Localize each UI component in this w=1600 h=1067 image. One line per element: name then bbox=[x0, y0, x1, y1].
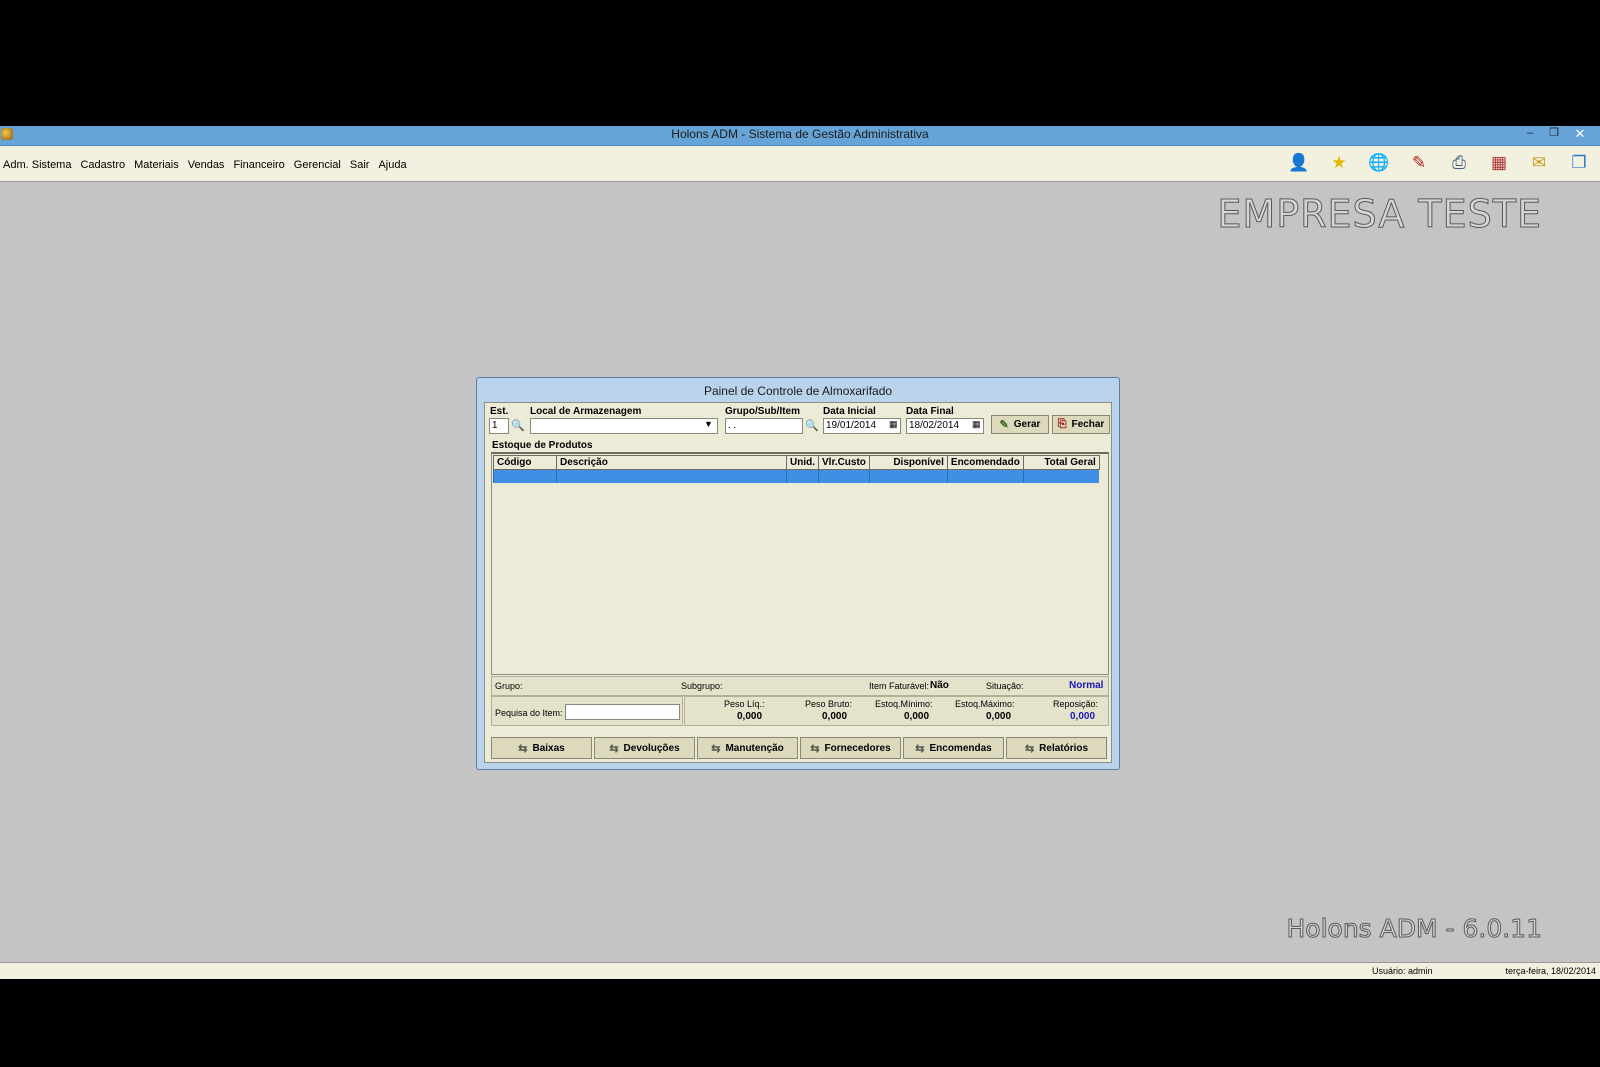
menu-vendas[interactable]: Vendas bbox=[188, 159, 225, 171]
item-faturavel-value: Não bbox=[930, 680, 949, 691]
chevron-down-icon[interactable]: ▼ bbox=[704, 419, 713, 429]
peso-liq-value: 0,000 bbox=[737, 711, 763, 722]
dialog-body: Est. 1 🔍 Local de Armazenagem ▼ Grupo/Su… bbox=[484, 402, 1112, 763]
almoxarifado-dialog: Painel de Controle de Almoxarifado Est. … bbox=[476, 377, 1120, 770]
baixas-button[interactable]: ⇆ Baixas bbox=[491, 737, 592, 759]
pesquisa-input[interactable] bbox=[565, 704, 680, 720]
relatorios-icon: ⇆ bbox=[1024, 742, 1035, 755]
products-grid[interactable]: Código Descrição Unid. Vlr.Custo Disponí… bbox=[491, 452, 1109, 675]
local-armazenagem-select[interactable] bbox=[530, 418, 718, 434]
encomendas-icon: ⇆ bbox=[915, 742, 925, 755]
reposicao-value: 0,000 bbox=[1070, 711, 1096, 722]
encomendas-button[interactable]: ⇆ Encomendas bbox=[903, 737, 1004, 759]
table-row[interactable] bbox=[493, 469, 1100, 483]
xml-note-icon[interactable]: ✉ bbox=[1526, 151, 1552, 175]
menu-financeiro[interactable]: Financeiro bbox=[233, 159, 284, 171]
item-info-panel: Grupo: Subgrupo: Item Faturável: Não Sit… bbox=[491, 676, 1109, 696]
grupo-label: Grupo/Sub/Item bbox=[725, 406, 800, 417]
checklist-icon[interactable]: ✎ bbox=[1406, 151, 1432, 175]
fechar-icon: ⎘ bbox=[1057, 418, 1067, 430]
pesquisa-label: Pequisa do Item: bbox=[495, 708, 563, 718]
peso-bruto-value: 0,000 bbox=[822, 711, 848, 722]
restore-button[interactable]: ❐ bbox=[1542, 126, 1566, 143]
situacao-label: Situação: bbox=[986, 681, 1024, 691]
col-unid[interactable]: Unid. bbox=[786, 455, 819, 470]
reposicao-label: Reposição: bbox=[1053, 699, 1099, 709]
data-inicial-label: Data Inicial bbox=[823, 406, 876, 417]
col-encomendado[interactable]: Encomendado bbox=[946, 455, 1024, 470]
close-button[interactable]: ✕ bbox=[1564, 126, 1596, 143]
window-title: Holons ADM - Sistema de Gestão Administr… bbox=[671, 127, 929, 141]
minimize-button[interactable]: – bbox=[1518, 126, 1542, 143]
fornecedores-icon: ⇆ bbox=[810, 742, 820, 755]
local-label: Local de Armazenagem bbox=[530, 406, 642, 417]
item-faturavel-label: Item Faturável: bbox=[869, 681, 930, 691]
estoq-maximo-value: 0,000 bbox=[986, 711, 1012, 722]
col-vlr-custo[interactable]: Vlr.Custo bbox=[818, 455, 870, 470]
status-user: Usuário: admin bbox=[1372, 966, 1433, 976]
col-disponivel[interactable]: Disponível bbox=[868, 455, 948, 470]
est-label: Est. bbox=[490, 406, 509, 417]
printer-icon[interactable]: ⎙ bbox=[1446, 151, 1472, 175]
company-name: EMPRESA TESTE bbox=[1217, 192, 1542, 237]
menu-cadastro[interactable]: Cadastro bbox=[80, 159, 125, 171]
estoq-maximo-label: Estoq.Máximo: bbox=[955, 699, 1015, 709]
calendar-picker-icon[interactable]: ▦ bbox=[889, 419, 898, 430]
calendar-picker-icon[interactable]: ▦ bbox=[972, 419, 981, 430]
estoq-minimo-value: 0,000 bbox=[904, 711, 930, 722]
window-icon[interactable]: ❐ bbox=[1566, 151, 1592, 175]
col-total-geral[interactable]: Total Geral bbox=[1022, 455, 1100, 470]
relatorios-button[interactable]: ⇆ Relatórios bbox=[1006, 737, 1107, 759]
gerar-button[interactable]: ✎ Gerar bbox=[991, 415, 1049, 434]
subgrupo-info-label: Subgrupo: bbox=[681, 681, 723, 691]
status-bar: Usuário: admin terça-feira, 18/02/2014 bbox=[0, 962, 1600, 979]
grupo-search-icon[interactable]: 🔍 bbox=[805, 419, 819, 433]
menu-sair[interactable]: Sair bbox=[350, 159, 370, 171]
version-label: Holons ADM - 6.0.11 bbox=[1286, 914, 1543, 944]
col-descricao[interactable]: Descrição bbox=[556, 455, 787, 470]
star-icon[interactable]: ★ bbox=[1326, 151, 1352, 175]
menu-bar: Adm. Sistema Cadastro Materiais Vendas F… bbox=[0, 146, 1600, 182]
gerar-icon: ✎ bbox=[999, 419, 1009, 431]
peso-bruto-label: Peso Bruto: bbox=[805, 699, 853, 709]
menu-adm-sistema[interactable]: Adm. Sistema bbox=[3, 159, 71, 171]
grupo-field[interactable]: . . bbox=[725, 418, 803, 434]
menu-ajuda[interactable]: Ajuda bbox=[378, 159, 406, 171]
totals-panel: Peso Líq.: 0,000 Peso Bruto: 0,000 Estoq… bbox=[684, 696, 1109, 726]
fechar-button[interactable]: ⎘ Fechar bbox=[1052, 415, 1110, 434]
col-codigo[interactable]: Código bbox=[493, 455, 557, 470]
menu-materiais[interactable]: Materiais bbox=[134, 159, 179, 171]
grupo-info-label: Grupo: bbox=[495, 681, 523, 691]
menu-gerencial[interactable]: Gerencial bbox=[294, 159, 341, 171]
title-bar: Holons ADM - Sistema de Gestão Administr… bbox=[0, 126, 1600, 146]
globe-icon[interactable]: 🌐 bbox=[1366, 151, 1392, 175]
status-date: terça-feira, 18/02/2014 bbox=[1505, 966, 1596, 976]
manutencao-icon: ⇆ bbox=[711, 742, 721, 755]
calendar-icon[interactable]: ▦ bbox=[1486, 151, 1512, 175]
user-icon[interactable]: 👤 bbox=[1286, 151, 1312, 175]
toolbar: 👤 ★ 🌐 ✎ ⎙ ▦ ✉ ❐ bbox=[1286, 151, 1592, 175]
estoq-minimo-label: Estoq.Mínimo: bbox=[875, 699, 933, 709]
dialog-title: Painel de Controle de Almoxarifado bbox=[703, 384, 893, 398]
peso-liq-label: Peso Líq.: bbox=[724, 699, 765, 709]
section-title: Estoque de Produtos bbox=[492, 440, 593, 451]
fornecedores-button[interactable]: ⇆ Fornecedores bbox=[800, 737, 901, 759]
manutencao-button[interactable]: ⇆ Manutenção bbox=[697, 737, 798, 759]
est-field[interactable]: 1 bbox=[489, 418, 509, 434]
situacao-value: Normal bbox=[1069, 680, 1104, 691]
pesquisa-panel: Pequisa do Item: bbox=[491, 696, 683, 726]
baixas-icon: ⇆ bbox=[518, 742, 528, 755]
devolucoes-button[interactable]: ⇆ Devoluções bbox=[594, 737, 695, 759]
devolucoes-icon: ⇆ bbox=[609, 742, 619, 755]
data-final-label: Data Final bbox=[906, 406, 954, 417]
est-search-icon[interactable]: 🔍 bbox=[511, 419, 525, 433]
